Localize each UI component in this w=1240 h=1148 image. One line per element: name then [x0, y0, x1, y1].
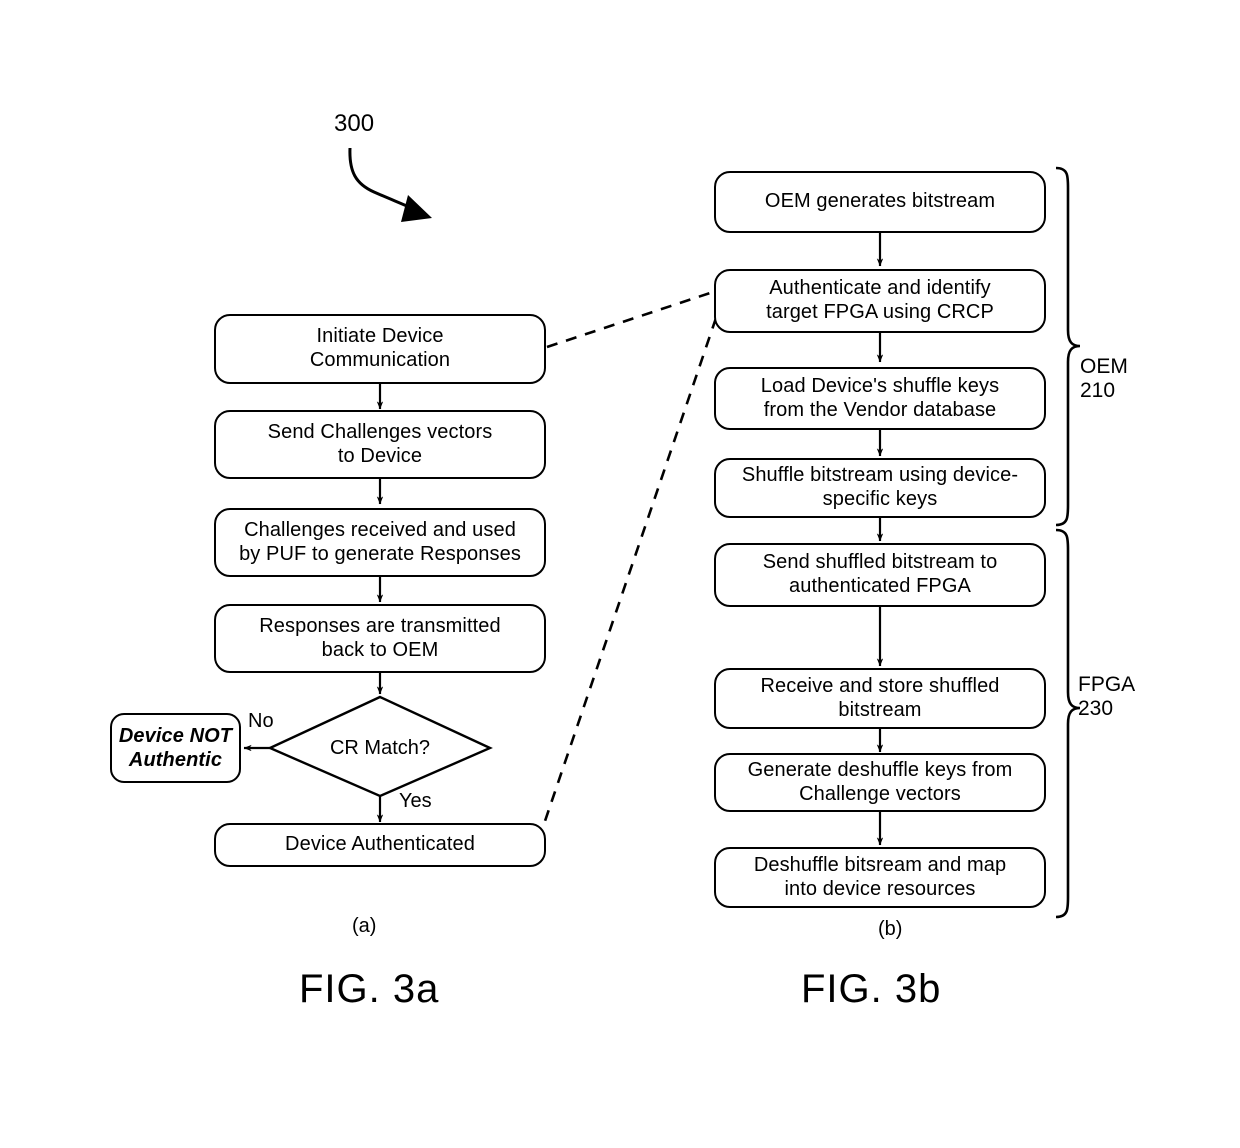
node-label: Deshuffle bitsream and map into device r… [753, 853, 1007, 900]
node-label: Receive and store shuffled bitstream [760, 674, 1000, 721]
figure-caption-3b: FIG. 3b [801, 967, 942, 1011]
node-device-not-authentic[interactable]: Device NOT Authentic [110, 713, 241, 783]
node-send-shuffled-bitstream[interactable]: Send shuffled bitstream to authenticated… [714, 543, 1046, 607]
node-label: Initiate Device Communication [309, 325, 451, 371]
node-device-authenticated[interactable]: Device Authenticated [214, 823, 546, 867]
node-label: Challenges received and used by PUF to g… [239, 518, 521, 565]
node-oem-generates-bitstream[interactable]: OEM generates bitstream [714, 171, 1046, 233]
node-challenges-received-puf[interactable]: Challenges received and used by PUF to g… [214, 508, 546, 577]
node-load-shuffle-keys[interactable]: Load Device's shuffle keys from the Vend… [714, 367, 1046, 430]
cross-figure-dashed-connectors [542, 290, 718, 825]
node-label: Shuffle bitstream using device- specific… [741, 464, 1019, 510]
edge-label-no: No [248, 710, 274, 732]
reference-numeral-300: 300 [334, 110, 375, 137]
node-label: Send shuffled bitstream to authenticated… [762, 551, 998, 597]
node-deshuffle-bitstream-map[interactable]: Deshuffle bitsream and map into device r… [714, 847, 1046, 908]
edge-label-yes: Yes [399, 790, 432, 812]
sublabel-b: (b) [878, 918, 903, 940]
group-label-fpga-230: FPGA 230 [1078, 673, 1136, 721]
node-label: Load Device's shuffle keys from the Vend… [760, 374, 1000, 421]
patent-figure-canvas: 300 Initiate Device Communication Send C… [0, 0, 1240, 1148]
node-receive-store-shuffled-bitstream[interactable]: Receive and store shuffled bitstream [714, 668, 1046, 729]
node-label: OEM generates bitstream [764, 190, 996, 213]
decision-text: CR Match? [329, 736, 431, 759]
figure-caption-3a: FIG. 3a [299, 967, 440, 1011]
reference-leader-arrow [348, 147, 432, 222]
decision-label-cr-match: CR Match? [300, 733, 460, 763]
node-generate-deshuffle-keys[interactable]: Generate deshuffle keys from Challenge v… [714, 753, 1046, 812]
node-label: Device Authenticated [285, 833, 475, 856]
connector-layer [243, 147, 1081, 919]
node-label: Responses are transmitted back to OEM [259, 614, 501, 661]
node-label: Device NOT Authentic [118, 725, 233, 771]
node-authenticate-identify-fpga[interactable]: Authenticate and identify target FPGA us… [714, 269, 1046, 333]
node-label: Send Challenges vectors to Device [267, 420, 493, 467]
group-label-oem-210: OEM 210 [1080, 355, 1128, 403]
node-responses-transmitted-to-oem[interactable]: Responses are transmitted back to OEM [214, 604, 546, 673]
node-label: Authenticate and identify target FPGA us… [766, 277, 994, 323]
node-shuffle-bitstream-device-keys[interactable]: Shuffle bitstream using device- specific… [714, 458, 1046, 518]
sublabel-a: (a) [352, 915, 377, 937]
node-initiate-device-communication[interactable]: Initiate Device Communication [214, 314, 546, 384]
node-label: Generate deshuffle keys from Challenge v… [747, 758, 1013, 805]
group-braces [1055, 166, 1081, 919]
node-send-challenges-vectors[interactable]: Send Challenges vectors to Device [214, 410, 546, 479]
